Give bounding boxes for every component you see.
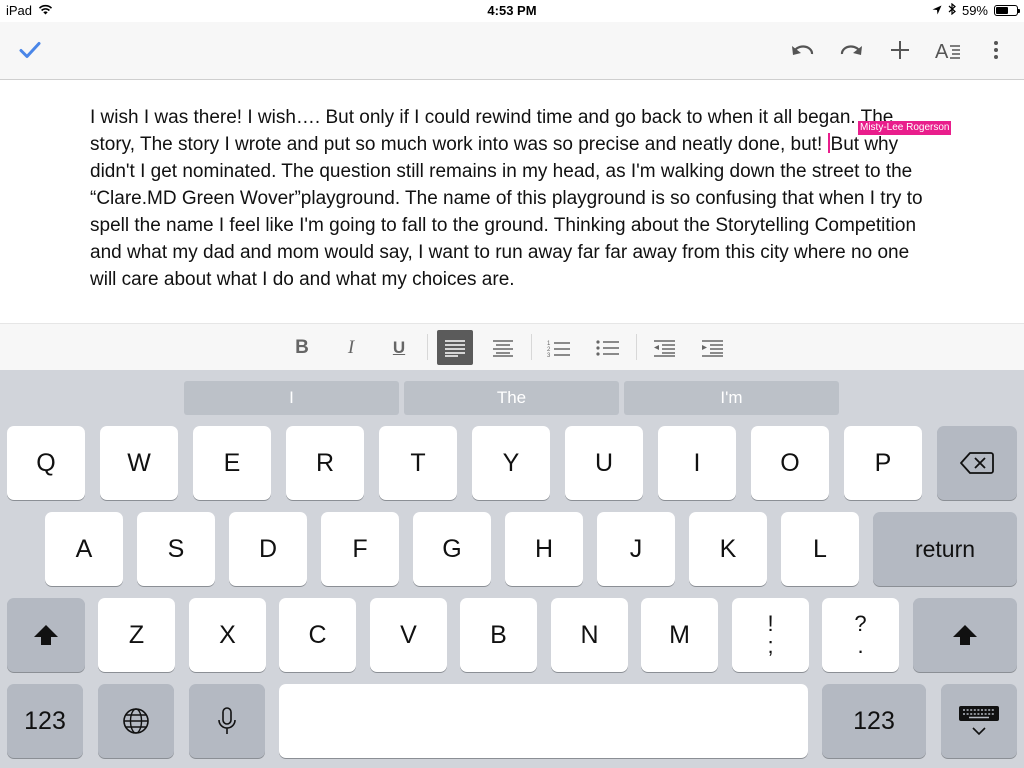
editor-toolbar: A: [0, 22, 1024, 80]
suggestion-2[interactable]: The: [404, 381, 619, 415]
outdent-icon[interactable]: [646, 330, 682, 365]
key-o[interactable]: O: [751, 426, 829, 500]
key-n[interactable]: N: [551, 598, 628, 672]
key-label-semicolon: ;: [767, 633, 774, 658]
clock: 4:53 PM: [487, 3, 537, 18]
key-s[interactable]: S: [137, 512, 215, 586]
bold-button[interactable]: B: [284, 330, 320, 365]
italic-button[interactable]: I: [333, 330, 369, 365]
align-center-icon[interactable]: [485, 330, 521, 365]
microphone-icon[interactable]: [189, 684, 265, 758]
key-u[interactable]: U: [565, 426, 643, 500]
key-label-question: ?: [854, 611, 867, 636]
more-vertical-icon[interactable]: [978, 32, 1014, 68]
divider: [636, 334, 637, 360]
bluetooth-icon: [948, 2, 956, 18]
key-a[interactable]: A: [45, 512, 123, 586]
key-z[interactable]: Z: [98, 598, 175, 672]
key-d[interactable]: D: [229, 512, 307, 586]
key-h[interactable]: H: [505, 512, 583, 586]
text-before-cursor: I wish I was there! I wish…. But only if…: [90, 107, 894, 155]
key-t[interactable]: T: [379, 426, 457, 500]
undo-icon[interactable]: [785, 32, 821, 68]
key-c[interactable]: C: [279, 598, 356, 672]
formatting-bar: B I U 123: [0, 323, 1024, 371]
key-j[interactable]: J: [597, 512, 675, 586]
globe-icon[interactable]: [98, 684, 174, 758]
bulleted-list-icon[interactable]: [590, 330, 626, 365]
key-k[interactable]: K: [689, 512, 767, 586]
numbers-key-left[interactable]: 123: [7, 684, 83, 758]
key-p[interactable]: P: [844, 426, 922, 500]
onscreen-keyboard: I The I'm Q W E R T Y U I O P A S D F G …: [0, 370, 1024, 768]
checkmark-icon[interactable]: [12, 32, 48, 68]
collaborator-cursor: [827, 133, 830, 153]
document-canvas[interactable]: I wish I was there! I wish…. But only if…: [0, 80, 1024, 323]
key-y[interactable]: Y: [472, 426, 550, 500]
key-label-period: .: [857, 633, 864, 658]
key-b[interactable]: B: [460, 598, 537, 672]
svg-text:3: 3: [547, 353, 551, 357]
return-key[interactable]: return: [873, 512, 1017, 586]
suggestion-3[interactable]: I'm: [624, 381, 839, 415]
key-g[interactable]: G: [413, 512, 491, 586]
key-m[interactable]: M: [641, 598, 718, 672]
text-format-icon[interactable]: A: [930, 32, 966, 68]
underline-button[interactable]: U: [381, 330, 417, 365]
divider: [427, 334, 428, 360]
key-v[interactable]: V: [370, 598, 447, 672]
key-q[interactable]: Q: [7, 426, 85, 500]
redo-icon[interactable]: [833, 32, 869, 68]
location-icon: [932, 3, 942, 18]
key-exclamation-semicolon[interactable]: !;: [732, 598, 809, 672]
shift-icon[interactable]: [913, 598, 1017, 672]
battery-percent: 59%: [961, 3, 988, 18]
align-left-icon[interactable]: [437, 330, 473, 365]
backspace-icon[interactable]: [937, 426, 1017, 500]
suggestion-1[interactable]: I: [184, 381, 399, 415]
key-f[interactable]: F: [321, 512, 399, 586]
numbered-list-icon[interactable]: 123: [541, 330, 577, 365]
numbers-key-right[interactable]: 123: [822, 684, 926, 758]
indent-icon[interactable]: [694, 330, 730, 365]
plus-icon[interactable]: [882, 32, 918, 68]
key-question-period[interactable]: ?.: [822, 598, 899, 672]
key-label-exclamation: !: [767, 611, 774, 636]
key-l[interactable]: L: [781, 512, 859, 586]
keyboard-dismiss-icon[interactable]: [941, 684, 1017, 758]
divider: [531, 334, 532, 360]
collaborator-name-tag: Misty-Lee Rogerson: [858, 121, 952, 135]
key-i[interactable]: I: [658, 426, 736, 500]
svg-text:A: A: [935, 41, 949, 60]
key-w[interactable]: W: [100, 426, 178, 500]
document-paragraph[interactable]: I wish I was there! I wish…. But only if…: [90, 104, 938, 293]
key-r[interactable]: R: [286, 426, 364, 500]
shift-icon[interactable]: [7, 598, 85, 672]
text-after-cursor: But why didn't I get nominated. The ques…: [90, 134, 923, 290]
space-bar[interactable]: [279, 684, 808, 758]
key-x[interactable]: X: [189, 598, 266, 672]
battery-icon: [994, 5, 1020, 16]
key-e[interactable]: E: [193, 426, 271, 500]
status-bar: iPad 4:53 PM 59%: [0, 0, 1024, 22]
